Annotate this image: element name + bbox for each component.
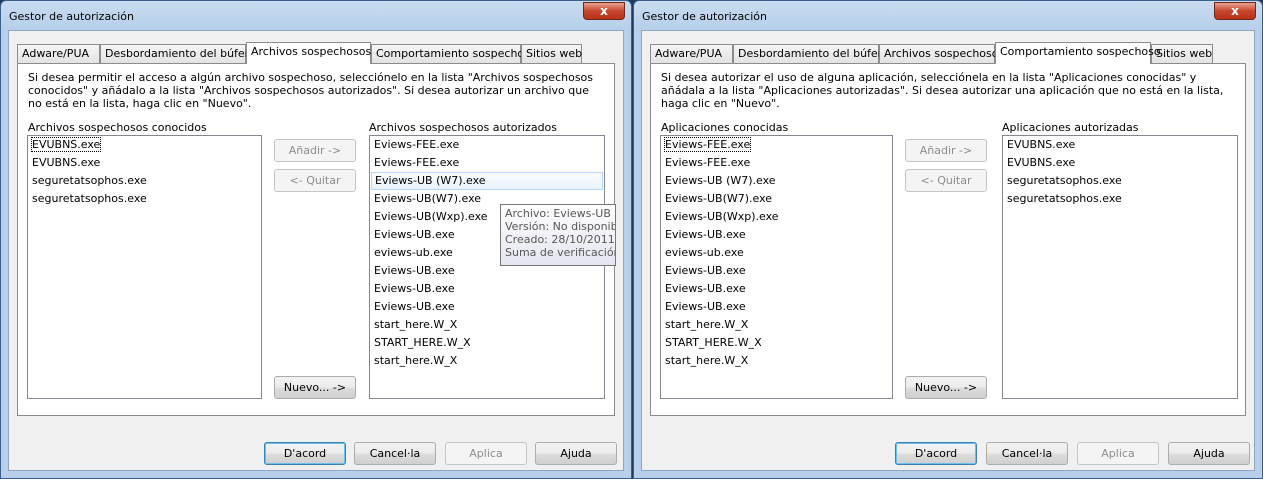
list-item[interactable]: Eviews-UB.exe (661, 226, 892, 244)
help-button[interactable]: Ajuda (535, 442, 617, 465)
tab-panel: Si desea permitir el acceso a algún arch… (17, 63, 616, 416)
add-button[interactable]: Añadir -> (274, 139, 356, 162)
new-button[interactable]: Nuevo... -> (905, 376, 987, 399)
authorized-apps-label: Aplicaciones autorizadas (1002, 121, 1139, 134)
list-item[interactable]: EVUBNS.exe (1003, 154, 1237, 172)
tab-adware-pua[interactable]: Adware/PUA (650, 44, 733, 63)
list-item[interactable]: Eviews-FEE.exe (661, 154, 892, 172)
tab-adware-pua[interactable]: Adware/PUA (17, 44, 100, 63)
list-item[interactable]: Eviews-UB(W7).exe (661, 190, 892, 208)
list-item[interactable]: START_HERE.W_X (370, 334, 604, 352)
apply-button[interactable]: Aplica (445, 442, 527, 465)
list-item[interactable]: eviews-ub.exe (661, 244, 892, 262)
ok-button[interactable]: D'acord (264, 442, 346, 465)
tooltip-created: Creado: 28/10/2011 12:36 (505, 233, 615, 246)
file-info-tooltip: Archivo: Eviews-UB (W7). Versión: No dis… (500, 204, 616, 266)
list-item-hovered[interactable]: Eviews-UB (W7).exe (371, 172, 603, 190)
list-item[interactable]: seguretatsophos.exe (28, 172, 261, 190)
tab-archivos-sospechosos[interactable]: Archivos sospechosos (246, 42, 371, 64)
list-item[interactable]: Eviews-FEE.exe (370, 154, 604, 172)
list-item[interactable]: Eviews-UB.exe (661, 298, 892, 316)
list-item[interactable]: start_here.W_X (370, 316, 604, 334)
tab-comportamiento-sospechoso[interactable]: Comportamiento sospechoso (371, 44, 537, 63)
list-item[interactable]: Eviews-UB.exe (370, 298, 604, 316)
tab-comportamiento-sospechoso[interactable]: Comportamiento sospechoso (995, 42, 1161, 64)
help-button[interactable]: Ajuda (1168, 442, 1250, 465)
list-item-label: EVUBNS.exe (30, 137, 102, 152)
dialog-client-area: Adware/PUA Desbordamiento del búfer Arch… (641, 30, 1255, 471)
window-title: Gestor de autorización (9, 10, 134, 23)
instructions-text: Si desea permitir el acceso a algún arch… (28, 71, 594, 110)
close-button[interactable]: x (1214, 2, 1256, 20)
list-item[interactable]: Eviews-UB.exe (370, 280, 604, 298)
title-bar[interactable]: Gestor de autorización x (1, 1, 631, 29)
list-item[interactable]: Eviews-UB.exe (661, 280, 892, 298)
list-item[interactable]: EVUBNS.exe (28, 136, 261, 154)
list-item[interactable]: Eviews-FEE.exe (661, 136, 892, 154)
tab-desbordamiento-bufer[interactable]: Desbordamiento del búfer (733, 44, 882, 63)
tab-sitios-web[interactable]: Sitios web (521, 44, 582, 63)
cancel-button[interactable]: Cancel·la (354, 442, 436, 465)
authorized-files-list[interactable]: Eviews-FEE.exe Eviews-FEE.exe Eviews-UB … (369, 135, 605, 399)
tooltip-version: Versión: No disponible (505, 220, 616, 233)
window-title: Gestor de autorización (642, 10, 767, 23)
new-button[interactable]: Nuevo... -> (274, 376, 356, 399)
known-files-list[interactable]: EVUBNS.exe EVUBNS.exe seguretatsophos.ex… (27, 135, 262, 399)
tab-panel: Si desea autorizar el uso de alguna apli… (650, 63, 1246, 416)
dialog-client-area: Adware/PUA Desbordamiento del búfer Arch… (8, 30, 624, 471)
list-item[interactable]: seguretatsophos.exe (28, 190, 261, 208)
authorized-apps-list[interactable]: EVUBNS.exe EVUBNS.exe seguretatsophos.ex… (1002, 135, 1238, 399)
title-bar[interactable]: Gestor de autorización x (634, 1, 1262, 29)
right-dialog-window: Gestor de autorización x Adware/PUA Desb… (633, 0, 1263, 479)
tab-desbordamiento-bufer[interactable]: Desbordamiento del búfer (100, 44, 249, 63)
tab-archivos-sospechosos[interactable]: Archivos sospechosos (879, 44, 1004, 63)
list-item[interactable]: seguretatsophos.exe (1003, 190, 1237, 208)
list-item[interactable]: Eviews-UB(Wxp).exe (661, 208, 892, 226)
list-item[interactable]: Eviews-FEE.exe (370, 136, 604, 154)
known-files-label: Archivos sospechosos conocidos (28, 121, 207, 134)
tooltip-checksum: Suma de verificación: 260 (505, 246, 615, 259)
remove-button[interactable]: <- Quitar (905, 169, 987, 192)
list-item[interactable]: start_here.W_X (370, 352, 604, 370)
list-item[interactable]: Eviews-UB (W7).exe (661, 172, 892, 190)
list-item[interactable]: seguretatsophos.exe (1003, 172, 1237, 190)
left-dialog-window: Gestor de autorización x Adware/PUA Desb… (0, 0, 632, 479)
ok-button[interactable]: D'acord (895, 442, 977, 465)
known-apps-label: Aplicaciones conocidas (661, 121, 789, 134)
list-item[interactable]: EVUBNS.exe (28, 154, 261, 172)
close-button[interactable]: x (583, 2, 625, 20)
cancel-button[interactable]: Cancel·la (986, 442, 1068, 465)
list-item[interactable]: START_HERE.W_X (661, 334, 892, 352)
instructions-text: Si desea autorizar el uso de alguna apli… (661, 71, 1224, 110)
apply-button[interactable]: Aplica (1077, 442, 1159, 465)
authorized-files-label: Archivos sospechosos autorizados (369, 121, 558, 134)
list-item[interactable]: EVUBNS.exe (1003, 136, 1237, 154)
list-item-label: Eviews-FEE.exe (663, 137, 752, 152)
tooltip-file-name: Archivo: Eviews-UB (W7). (505, 207, 615, 220)
list-item[interactable]: start_here.W_X (661, 316, 892, 334)
known-apps-list[interactable]: Eviews-FEE.exe Eviews-FEE.exe Eviews-UB … (660, 135, 893, 399)
remove-button[interactable]: <- Quitar (274, 169, 356, 192)
list-item[interactable]: start_here.W_X (661, 352, 892, 370)
list-item[interactable]: Eviews-UB.exe (661, 262, 892, 280)
add-button[interactable]: Añadir -> (905, 139, 987, 162)
